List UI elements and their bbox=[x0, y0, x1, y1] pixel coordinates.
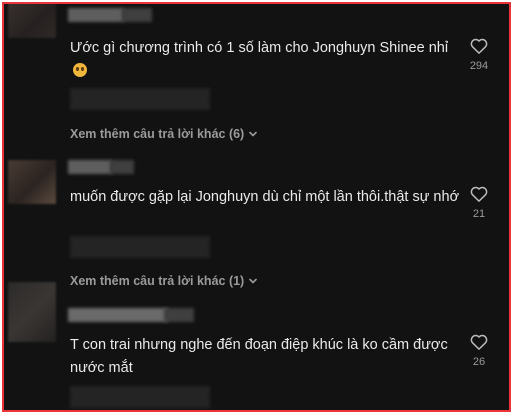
comment-text: Ước gì chương trình có 1 số làm cho Jong… bbox=[70, 37, 460, 83]
like-button[interactable]: 294 bbox=[466, 38, 492, 72]
heart-icon[interactable] bbox=[470, 186, 488, 202]
view-more-replies-label: Xem thêm câu trả lời khác (1) bbox=[70, 274, 245, 288]
username-blurred bbox=[110, 160, 134, 174]
avatar[interactable] bbox=[8, 4, 56, 38]
avatar[interactable] bbox=[8, 282, 56, 342]
view-more-replies-label: Xem thêm câu trả lời khác (6) bbox=[70, 127, 245, 141]
like-button[interactable]: 21 bbox=[466, 186, 492, 220]
chevron-down-icon bbox=[249, 131, 258, 137]
like-count: 21 bbox=[472, 208, 486, 220]
comment-meta-blurred bbox=[70, 88, 210, 110]
username-blurred bbox=[68, 160, 112, 174]
username-blurred bbox=[68, 8, 124, 22]
comment-text: muốn được gặp lại Jonghuyn dù chỉ một lầ… bbox=[70, 189, 460, 205]
sad-face-emoji-icon bbox=[73, 63, 87, 77]
username-blurred bbox=[122, 8, 152, 22]
comment-list: Ước gì chương trình có 1 số làm cho Jong… bbox=[2, 2, 511, 412]
like-count: 26 bbox=[472, 356, 486, 368]
comment-meta-blurred bbox=[70, 386, 210, 408]
comment-meta-blurred bbox=[70, 236, 210, 258]
heart-icon[interactable] bbox=[470, 334, 488, 350]
heart-icon[interactable] bbox=[470, 38, 488, 54]
like-button[interactable]: 26 bbox=[466, 334, 492, 368]
username-blurred bbox=[164, 308, 194, 322]
avatar[interactable] bbox=[8, 160, 56, 204]
chevron-down-icon bbox=[249, 278, 258, 284]
like-count: 294 bbox=[469, 60, 489, 72]
comment-text: T con trai nhưng nghe đến đoạn điệp khúc… bbox=[70, 337, 448, 376]
view-more-replies[interactable]: Xem thêm câu trả lời khác (6) bbox=[70, 127, 258, 141]
view-more-replies[interactable]: Xem thêm câu trả lời khác (1) bbox=[70, 274, 258, 288]
username-blurred bbox=[68, 308, 168, 322]
